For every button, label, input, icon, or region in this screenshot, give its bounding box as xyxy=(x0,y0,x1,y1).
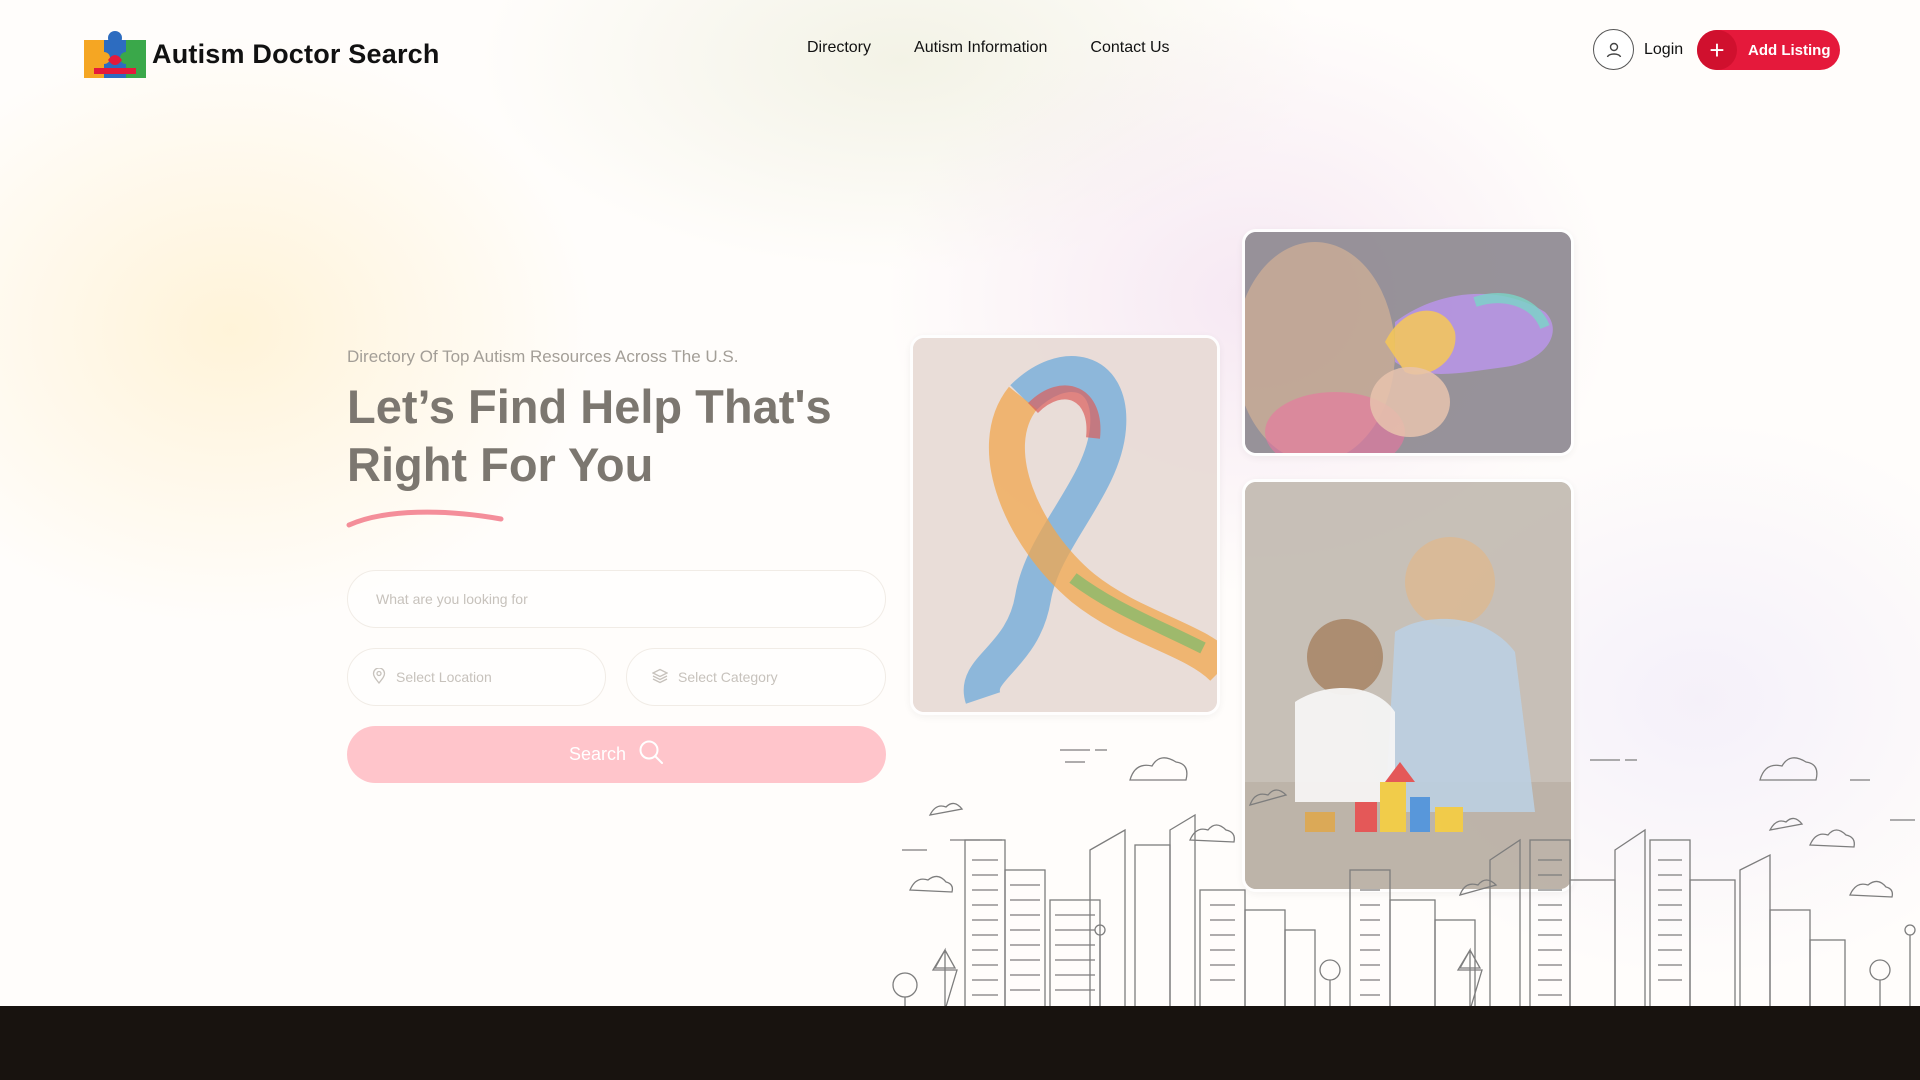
nav-directory[interactable]: Directory xyxy=(807,39,871,57)
layers-icon xyxy=(651,668,669,687)
puzzle-ribbon-image xyxy=(910,335,1220,715)
footer-bar xyxy=(0,1006,1920,1080)
user-icon xyxy=(1593,29,1634,70)
map-pin-icon xyxy=(372,666,386,687)
puzzle-logo-icon xyxy=(84,30,146,78)
plus-icon: + xyxy=(1697,30,1737,70)
city-skyline-illustration xyxy=(890,749,1920,1010)
search-input-placeholder: What are you looking for xyxy=(376,591,528,607)
add-listing-button[interactable]: + Add Listing xyxy=(1697,30,1840,70)
main-nav: Directory Autism Information Contact Us xyxy=(807,39,1170,57)
nav-autism-information[interactable]: Autism Information xyxy=(914,39,1047,57)
login-link[interactable]: Login xyxy=(1593,29,1683,70)
search-button-label: Search xyxy=(568,744,627,764)
category-select[interactable]: Select Category xyxy=(626,648,886,706)
title-underline-swoosh xyxy=(346,509,504,528)
hero-subtitle: Directory Of Top Autism Resources Across… xyxy=(347,347,739,366)
search-button[interactable]: Search xyxy=(347,726,886,783)
add-listing-label: Add Listing xyxy=(1748,41,1831,59)
site-header: Autism Doctor Search Directory Autism In… xyxy=(0,0,1920,100)
nav-contact-us[interactable]: Contact Us xyxy=(1090,39,1169,57)
login-label: Login xyxy=(1644,40,1684,58)
hero-title: Let’s Find Help That's Right For You xyxy=(347,380,832,491)
category-placeholder: Select Category xyxy=(678,669,778,685)
search-icon xyxy=(638,739,664,770)
site-logo[interactable]: Autism Doctor Search xyxy=(84,30,440,78)
child-fidget-toy-image xyxy=(1242,229,1574,456)
location-select[interactable]: Select Location xyxy=(347,648,606,706)
logo-text: Autism Doctor Search xyxy=(152,38,440,69)
location-placeholder: Select Location xyxy=(396,669,492,685)
search-input[interactable]: What are you looking for xyxy=(347,570,886,628)
